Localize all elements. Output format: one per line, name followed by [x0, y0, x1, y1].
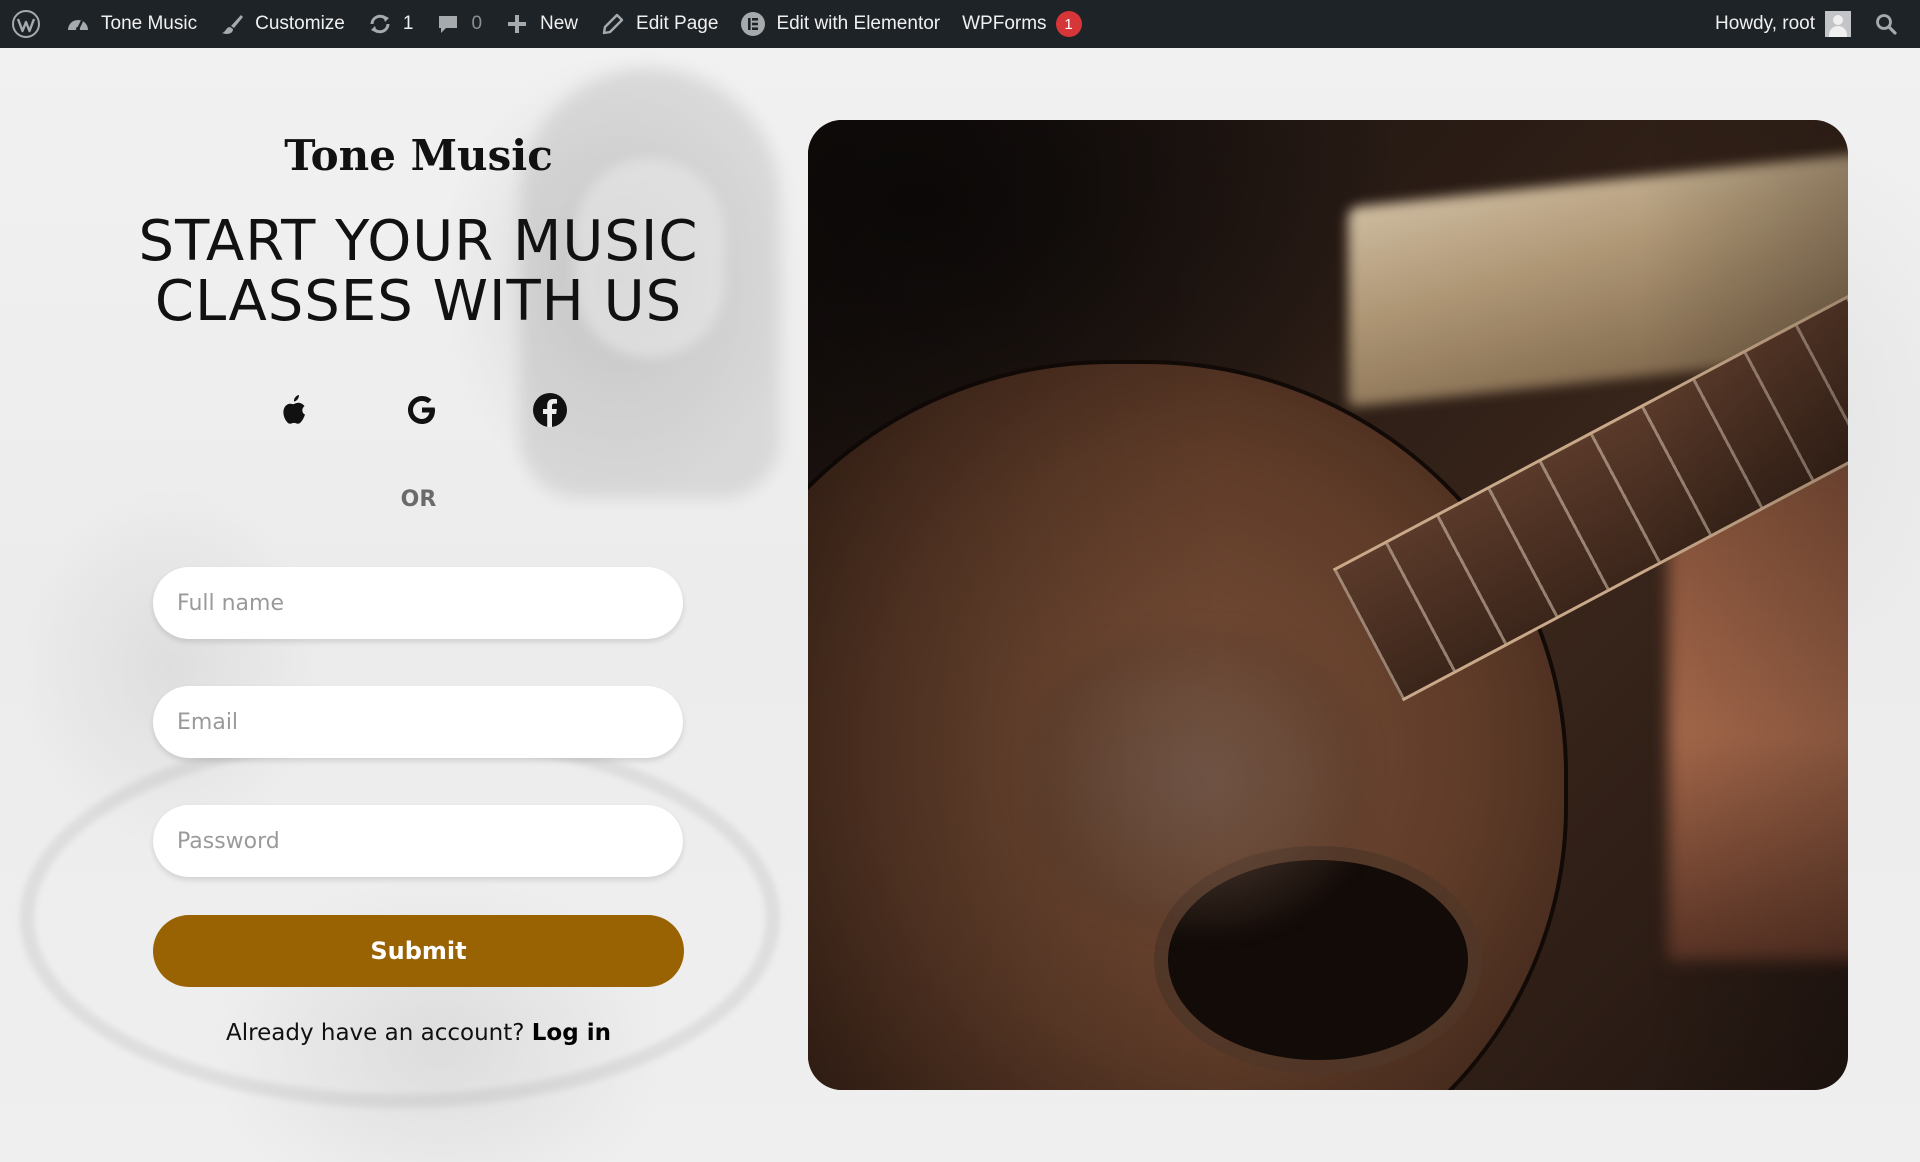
- howdy-label: Howdy, root: [1715, 13, 1815, 34]
- facebook-icon: [533, 393, 567, 427]
- paintbrush-icon: [219, 11, 245, 37]
- social-login-group: [272, 388, 572, 432]
- apple-icon: [283, 395, 305, 424]
- or-divider: OR: [400, 487, 437, 512]
- new-label: New: [540, 13, 579, 34]
- avatar: [1825, 11, 1851, 37]
- headline-line-2: CLASSES WITH US: [154, 269, 683, 334]
- updates-count: 1: [402, 13, 414, 34]
- already-have-account-text: Already have an account?: [226, 1020, 525, 1046]
- password-input[interactable]: [153, 805, 683, 877]
- edit-with-elementor-link[interactable]: Edit with Elementor: [729, 0, 951, 48]
- admin-bar-left: Tone Music Customize 1 0 New Edit Page E…: [0, 0, 1093, 48]
- login-prompt: Already have an account? Log in: [0, 1020, 837, 1046]
- admin-bar-right: Howdy, root: [1704, 0, 1920, 48]
- wordpress-logo-button[interactable]: [0, 0, 54, 48]
- customize-label: Customize: [255, 13, 345, 34]
- edit-with-elementor-label: Edit with Elementor: [776, 13, 941, 34]
- guitar-video-panel: [808, 120, 1848, 1090]
- updates-link[interactable]: 1: [356, 0, 425, 48]
- new-content-menu[interactable]: New: [493, 0, 589, 48]
- google-icon: [408, 396, 435, 424]
- wordpress-icon: [10, 8, 42, 40]
- site-name-label: Tone Music: [101, 13, 198, 34]
- login-link[interactable]: Log in: [532, 1020, 611, 1046]
- comments-link[interactable]: 0: [424, 0, 493, 48]
- pencil-icon: [600, 11, 626, 37]
- search-icon: [1873, 11, 1899, 37]
- edit-page-link[interactable]: Edit Page: [589, 0, 729, 48]
- admin-search-button[interactable]: [1862, 0, 1920, 48]
- my-account-menu[interactable]: Howdy, root: [1704, 0, 1862, 48]
- site-name-menu[interactable]: Tone Music: [54, 0, 208, 48]
- headline-line-1: START YOUR MUSIC: [138, 209, 699, 274]
- refresh-icon: [367, 11, 393, 37]
- email-input[interactable]: [153, 686, 683, 758]
- admin-bar: Tone Music Customize 1 0 New Edit Page E…: [0, 0, 1920, 48]
- apple-login-button[interactable]: [272, 388, 316, 432]
- elementor-icon: [740, 11, 766, 37]
- page-headline: START YOUR MUSIC CLASSES WITH US: [0, 212, 837, 332]
- comment-bubble-icon: [435, 11, 461, 37]
- submit-button[interactable]: Submit: [153, 915, 684, 987]
- wpforms-menu[interactable]: WPForms 1: [951, 0, 1092, 48]
- edit-page-label: Edit Page: [636, 13, 719, 34]
- facebook-login-button[interactable]: [528, 388, 572, 432]
- plus-icon: [504, 11, 530, 37]
- media-vignette: [808, 120, 1848, 1090]
- customize-link[interactable]: Customize: [208, 0, 356, 48]
- google-login-button[interactable]: [400, 388, 444, 432]
- comments-count: 0: [471, 13, 483, 34]
- wpforms-notification-badge: 1: [1055, 11, 1082, 37]
- site-brand-title: Tone Music: [284, 131, 553, 180]
- dashboard-gauge-icon: [65, 11, 91, 37]
- full-name-input[interactable]: [153, 567, 683, 639]
- wpforms-label: WPForms: [962, 13, 1047, 34]
